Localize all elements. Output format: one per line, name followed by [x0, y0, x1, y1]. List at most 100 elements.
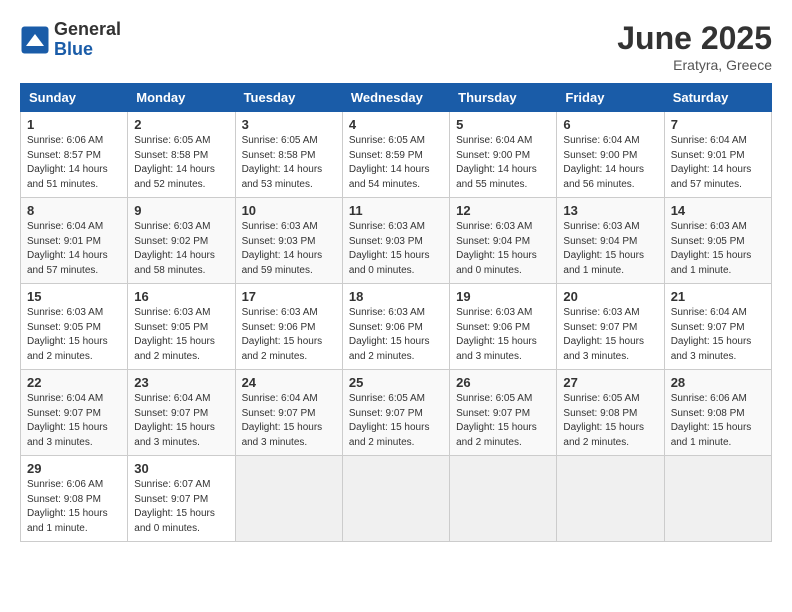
logo: General Blue [20, 20, 121, 60]
day-number: 28 [671, 375, 765, 390]
day-number: 19 [456, 289, 550, 304]
day-number: 2 [134, 117, 228, 132]
day-number: 10 [242, 203, 336, 218]
col-header-friday: Friday [557, 84, 664, 112]
week-row-0: 1 Sunrise: 6:06 AM Sunset: 8:57 PM Dayli… [21, 112, 772, 198]
day-info: Sunrise: 6:03 AM Sunset: 9:06 PM Dayligh… [456, 306, 550, 364]
day-number: 3 [242, 117, 336, 132]
day-info: Sunrise: 6:06 AM Sunset: 9:08 PM Dayligh… [27, 478, 121, 536]
day-info: Sunrise: 6:05 AM Sunset: 8:59 PM Dayligh… [349, 134, 443, 192]
day-info: Sunrise: 6:03 AM Sunset: 9:03 PM Dayligh… [349, 220, 443, 278]
calendar-cell: 18 Sunrise: 6:03 AM Sunset: 9:06 PM Dayl… [342, 284, 449, 370]
day-info: Sunrise: 6:06 AM Sunset: 9:08 PM Dayligh… [671, 392, 765, 450]
day-info: Sunrise: 6:03 AM Sunset: 9:05 PM Dayligh… [27, 306, 121, 364]
day-info: Sunrise: 6:04 AM Sunset: 9:07 PM Dayligh… [27, 392, 121, 450]
day-info: Sunrise: 6:06 AM Sunset: 8:57 PM Dayligh… [27, 134, 121, 192]
day-info: Sunrise: 6:05 AM Sunset: 8:58 PM Dayligh… [134, 134, 228, 192]
day-info: Sunrise: 6:04 AM Sunset: 9:00 PM Dayligh… [563, 134, 657, 192]
day-info: Sunrise: 6:03 AM Sunset: 9:04 PM Dayligh… [563, 220, 657, 278]
day-number: 5 [456, 117, 550, 132]
day-info: Sunrise: 6:04 AM Sunset: 9:00 PM Dayligh… [456, 134, 550, 192]
calendar-cell: 25 Sunrise: 6:05 AM Sunset: 9:07 PM Dayl… [342, 370, 449, 456]
calendar-cell: 14 Sunrise: 6:03 AM Sunset: 9:05 PM Dayl… [664, 198, 771, 284]
day-info: Sunrise: 6:03 AM Sunset: 9:04 PM Dayligh… [456, 220, 550, 278]
calendar-cell: 26 Sunrise: 6:05 AM Sunset: 9:07 PM Dayl… [450, 370, 557, 456]
calendar-cell: 7 Sunrise: 6:04 AM Sunset: 9:01 PM Dayli… [664, 112, 771, 198]
week-row-3: 22 Sunrise: 6:04 AM Sunset: 9:07 PM Dayl… [21, 370, 772, 456]
calendar-cell: 20 Sunrise: 6:03 AM Sunset: 9:07 PM Dayl… [557, 284, 664, 370]
day-info: Sunrise: 6:05 AM Sunset: 9:07 PM Dayligh… [349, 392, 443, 450]
day-number: 4 [349, 117, 443, 132]
calendar-cell: 22 Sunrise: 6:04 AM Sunset: 9:07 PM Dayl… [21, 370, 128, 456]
day-info: Sunrise: 6:05 AM Sunset: 8:58 PM Dayligh… [242, 134, 336, 192]
calendar-cell: 27 Sunrise: 6:05 AM Sunset: 9:08 PM Dayl… [557, 370, 664, 456]
day-number: 23 [134, 375, 228, 390]
calendar-cell: 23 Sunrise: 6:04 AM Sunset: 9:07 PM Dayl… [128, 370, 235, 456]
day-number: 6 [563, 117, 657, 132]
day-number: 12 [456, 203, 550, 218]
day-number: 9 [134, 203, 228, 218]
day-number: 14 [671, 203, 765, 218]
day-number: 16 [134, 289, 228, 304]
calendar-cell: 5 Sunrise: 6:04 AM Sunset: 9:00 PM Dayli… [450, 112, 557, 198]
calendar-table: SundayMondayTuesdayWednesdayThursdayFrid… [20, 83, 772, 542]
day-number: 27 [563, 375, 657, 390]
day-info: Sunrise: 6:03 AM Sunset: 9:05 PM Dayligh… [671, 220, 765, 278]
calendar-cell: 15 Sunrise: 6:03 AM Sunset: 9:05 PM Dayl… [21, 284, 128, 370]
day-number: 30 [134, 461, 228, 476]
calendar-header-row: SundayMondayTuesdayWednesdayThursdayFrid… [21, 84, 772, 112]
logo-general: General [54, 20, 121, 40]
col-header-wednesday: Wednesday [342, 84, 449, 112]
calendar-cell [664, 456, 771, 542]
day-number: 26 [456, 375, 550, 390]
day-number: 13 [563, 203, 657, 218]
day-info: Sunrise: 6:04 AM Sunset: 9:07 PM Dayligh… [134, 392, 228, 450]
day-info: Sunrise: 6:07 AM Sunset: 9:07 PM Dayligh… [134, 478, 228, 536]
calendar-cell: 2 Sunrise: 6:05 AM Sunset: 8:58 PM Dayli… [128, 112, 235, 198]
col-header-tuesday: Tuesday [235, 84, 342, 112]
day-info: Sunrise: 6:05 AM Sunset: 9:08 PM Dayligh… [563, 392, 657, 450]
calendar-cell [235, 456, 342, 542]
calendar-cell [342, 456, 449, 542]
day-info: Sunrise: 6:04 AM Sunset: 9:01 PM Dayligh… [27, 220, 121, 278]
calendar-cell: 16 Sunrise: 6:03 AM Sunset: 9:05 PM Dayl… [128, 284, 235, 370]
day-number: 17 [242, 289, 336, 304]
day-number: 22 [27, 375, 121, 390]
calendar-cell: 21 Sunrise: 6:04 AM Sunset: 9:07 PM Dayl… [664, 284, 771, 370]
page-header: General Blue June 2025 Eratyra, Greece [20, 20, 772, 73]
calendar-cell: 24 Sunrise: 6:04 AM Sunset: 9:07 PM Dayl… [235, 370, 342, 456]
calendar-cell: 19 Sunrise: 6:03 AM Sunset: 9:06 PM Dayl… [450, 284, 557, 370]
calendar-cell: 12 Sunrise: 6:03 AM Sunset: 9:04 PM Dayl… [450, 198, 557, 284]
col-header-monday: Monday [128, 84, 235, 112]
calendar-cell: 9 Sunrise: 6:03 AM Sunset: 9:02 PM Dayli… [128, 198, 235, 284]
calendar-cell: 1 Sunrise: 6:06 AM Sunset: 8:57 PM Dayli… [21, 112, 128, 198]
day-number: 15 [27, 289, 121, 304]
day-number: 18 [349, 289, 443, 304]
week-row-2: 15 Sunrise: 6:03 AM Sunset: 9:05 PM Dayl… [21, 284, 772, 370]
day-info: Sunrise: 6:03 AM Sunset: 9:05 PM Dayligh… [134, 306, 228, 364]
calendar-cell [557, 456, 664, 542]
day-number: 29 [27, 461, 121, 476]
day-info: Sunrise: 6:03 AM Sunset: 9:03 PM Dayligh… [242, 220, 336, 278]
day-number: 1 [27, 117, 121, 132]
day-info: Sunrise: 6:04 AM Sunset: 9:07 PM Dayligh… [242, 392, 336, 450]
calendar-cell: 4 Sunrise: 6:05 AM Sunset: 8:59 PM Dayli… [342, 112, 449, 198]
day-number: 25 [349, 375, 443, 390]
day-number: 8 [27, 203, 121, 218]
day-number: 7 [671, 117, 765, 132]
week-row-4: 29 Sunrise: 6:06 AM Sunset: 9:08 PM Dayl… [21, 456, 772, 542]
month-title: June 2025 [617, 20, 772, 57]
calendar-cell: 3 Sunrise: 6:05 AM Sunset: 8:58 PM Dayli… [235, 112, 342, 198]
title-area: June 2025 Eratyra, Greece [617, 20, 772, 73]
logo-icon [20, 25, 50, 55]
day-number: 11 [349, 203, 443, 218]
day-number: 20 [563, 289, 657, 304]
calendar-cell: 17 Sunrise: 6:03 AM Sunset: 9:06 PM Dayl… [235, 284, 342, 370]
day-number: 24 [242, 375, 336, 390]
day-info: Sunrise: 6:03 AM Sunset: 9:06 PM Dayligh… [349, 306, 443, 364]
day-info: Sunrise: 6:04 AM Sunset: 9:01 PM Dayligh… [671, 134, 765, 192]
day-info: Sunrise: 6:03 AM Sunset: 9:02 PM Dayligh… [134, 220, 228, 278]
day-info: Sunrise: 6:05 AM Sunset: 9:07 PM Dayligh… [456, 392, 550, 450]
day-info: Sunrise: 6:04 AM Sunset: 9:07 PM Dayligh… [671, 306, 765, 364]
day-info: Sunrise: 6:03 AM Sunset: 9:06 PM Dayligh… [242, 306, 336, 364]
